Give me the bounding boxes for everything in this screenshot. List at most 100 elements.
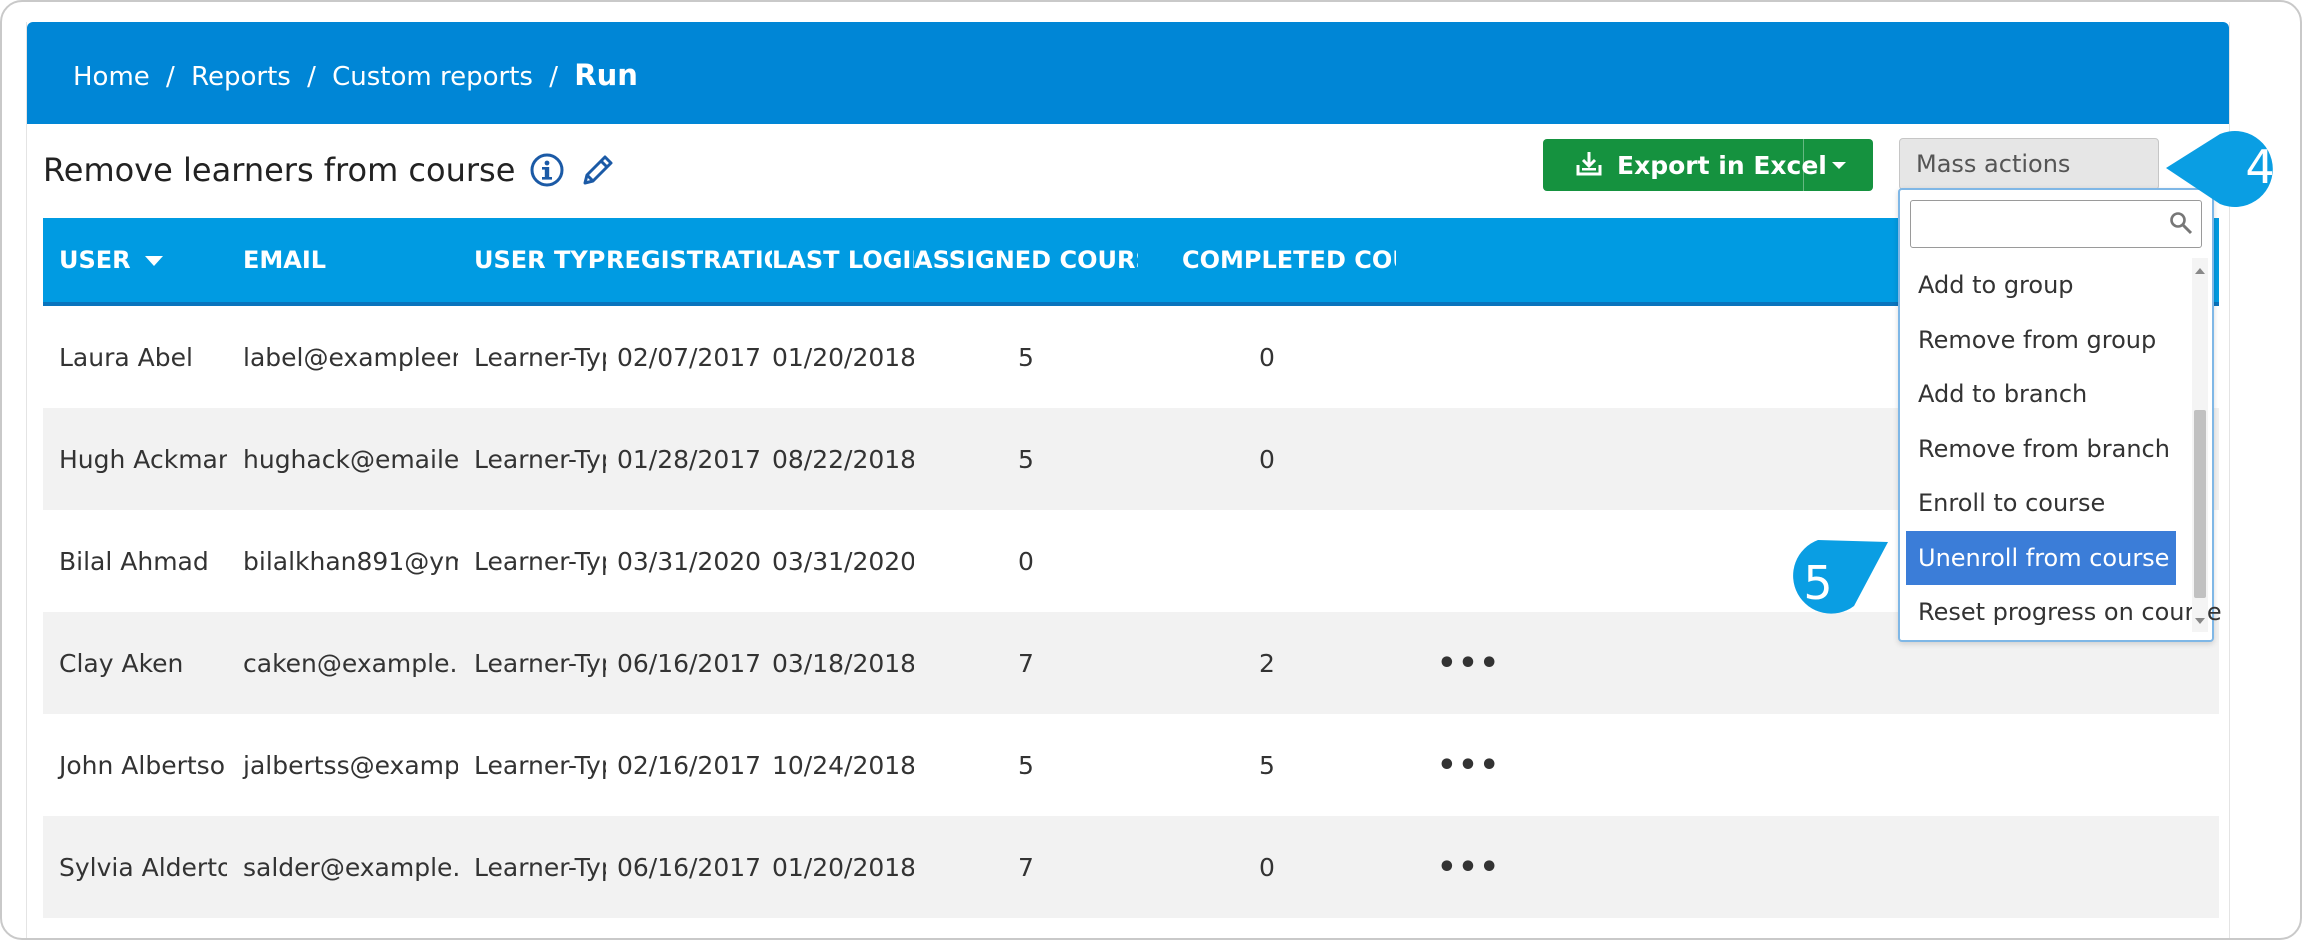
- column-header-assigned-courses[interactable]: ASSIGNED COURSES: [914, 218, 1138, 306]
- screenshot-frame: Home / Reports / Custom reports / Run Re…: [0, 0, 2302, 940]
- dropdown-option[interactable]: Enroll to course: [1906, 476, 2176, 531]
- cell-completed-courses: 0: [1259, 342, 1275, 372]
- info-circle-icon[interactable]: [529, 152, 565, 188]
- sort-desc-icon: [144, 256, 163, 266]
- breadcrumb-separator: /: [549, 62, 558, 92]
- export-options-toggle[interactable]: [1804, 139, 1873, 191]
- cell-registration: 06/16/2017: [606, 816, 772, 918]
- cell-user-type: Learner-Type: [474, 546, 606, 576]
- row-options-button[interactable]: [1396, 510, 1542, 612]
- cell-filler: [1542, 714, 2219, 816]
- cell-email: hughack@emailex.co...: [227, 408, 458, 510]
- cell-user-type: Learner-Type: [458, 612, 606, 714]
- cell-registration: 02/07/2017: [616, 342, 762, 372]
- step-5-number: 5: [1803, 556, 1833, 610]
- cell-email: caken@example.com: [227, 612, 458, 714]
- cell-completed-courses: 5: [1259, 750, 1275, 780]
- cell-registration: 02/16/2017: [616, 750, 762, 780]
- row-options-button[interactable]: [1396, 408, 1542, 510]
- cell-user: Sylvia Alderton: [43, 816, 227, 918]
- cell-last-login: 10/24/2018: [772, 750, 914, 780]
- cell-user-type: Learner-Type: [474, 750, 606, 780]
- row-options-button[interactable]: •••: [1396, 612, 1542, 714]
- cell-user-type: Learner-Type: [458, 408, 606, 510]
- column-header-last-login[interactable]: LAST LOGIN: [772, 218, 914, 306]
- mass-actions-select[interactable]: Mass actions: [1899, 138, 2159, 190]
- cell-registration: 03/31/2020: [616, 546, 762, 576]
- cell-user: John Albertson: [59, 750, 227, 780]
- dropdown-options: Add to group Remove from group Add to bran…: [1906, 258, 2222, 640]
- scrollbar-thumb[interactable]: [2194, 410, 2206, 598]
- header-bar: Home / Reports / Custom reports / Run: [27, 22, 2229, 124]
- cell-completed-courses: 2: [1138, 612, 1396, 714]
- title-row: Remove learners from course: [43, 140, 617, 200]
- dropdown-scrollbar[interactable]: [2192, 258, 2208, 632]
- row-options-button[interactable]: •••: [1396, 816, 1542, 918]
- export-excel-main[interactable]: Export in Excel: [1543, 139, 1827, 191]
- cell-user: Hugh Ackman: [43, 408, 227, 510]
- breadcrumb-custom-reports[interactable]: Custom reports: [332, 62, 533, 92]
- cell-last-login: 03/18/2018: [772, 612, 914, 714]
- table-row[interactable]: Laura Abel label@exampleemail... Learner-T…: [43, 304, 2219, 408]
- more-options-icon[interactable]: •••: [1437, 748, 1501, 783]
- dropdown-search[interactable]: [1910, 200, 2202, 248]
- dropdown-option[interactable]: Add to branch: [1906, 367, 2176, 422]
- column-header-user-type[interactable]: USER TYPE: [458, 218, 606, 306]
- step-4-number: 4: [2245, 140, 2275, 194]
- dropdown-search-input[interactable]: [1919, 210, 2153, 238]
- cell-assigned-courses: 7: [914, 612, 1138, 714]
- dropdown-option[interactable]: Reset progress on course: [1906, 585, 2222, 640]
- dropdown-option[interactable]: Add to group: [1906, 258, 2176, 313]
- cell-last-login: 01/20/2018: [772, 342, 914, 372]
- users-table: USER EMAIL USER TYPE REGISTRATION LAST L…: [43, 218, 2219, 918]
- column-header-registration[interactable]: REGISTRATION: [606, 218, 772, 306]
- column-header-user[interactable]: USER: [43, 218, 227, 306]
- cell-assigned-courses: 5: [1018, 342, 1034, 372]
- cell-completed-courses: [1138, 510, 1396, 612]
- step-5-callout: 5: [1780, 534, 1890, 626]
- dropdown-option[interactable]: Remove from branch: [1906, 422, 2176, 477]
- mass-actions-label: Mass actions: [1916, 150, 2071, 178]
- cell-completed-courses: 0: [1138, 816, 1396, 918]
- cell-assigned-courses: 5: [914, 408, 1138, 510]
- cell-email: salder@example.com: [227, 816, 458, 918]
- row-options-button[interactable]: [1396, 304, 1542, 408]
- table-row[interactable]: Hugh Ackmanhughack@emailex.co...Learner-…: [43, 408, 2219, 510]
- table-row[interactable]: Sylvia Aldertonsalder@example.comLearner…: [43, 816, 2219, 918]
- caret-down-icon: [1831, 156, 1847, 175]
- cell-email: label@exampleemail...: [243, 342, 458, 372]
- scroll-down-icon[interactable]: [2195, 618, 2205, 624]
- cell-last-login: 08/22/2018: [772, 408, 914, 510]
- table-row[interactable]: Bilal Ahmad bilalkhan891@ymail... Learner-…: [43, 510, 2219, 612]
- table-header-row: USER EMAIL USER TYPE REGISTRATION LAST L…: [43, 218, 2219, 306]
- scroll-up-icon[interactable]: [2195, 268, 2205, 274]
- cell-user-type: Learner-Type: [458, 816, 606, 918]
- export-excel-button[interactable]: Export in Excel: [1543, 139, 1873, 191]
- export-excel-label: Export in Excel: [1617, 150, 1827, 180]
- breadcrumb-reports[interactable]: Reports: [191, 62, 291, 92]
- cell-registration: 01/28/2017: [606, 408, 772, 510]
- more-options-icon[interactable]: •••: [1437, 850, 1501, 885]
- pencil-icon[interactable]: [579, 151, 617, 189]
- cell-email: bilalkhan891@ymail...: [243, 546, 458, 576]
- cell-email: jalbertss@example....: [243, 750, 458, 780]
- more-options-icon[interactable]: •••: [1437, 646, 1501, 681]
- column-header-completed-courses[interactable]: COMPLETED COU: [1138, 218, 1396, 306]
- cell-assigned-courses: 5: [1018, 750, 1034, 780]
- dropdown-option[interactable]: Unenroll from course: [1906, 530, 2176, 585]
- column-header-email[interactable]: EMAIL: [227, 218, 458, 306]
- cell-user-type: Learner-Type: [474, 342, 606, 372]
- cell-user: Bilal Ahmad: [59, 546, 209, 576]
- cell-last-login: 03/31/2020: [772, 546, 914, 576]
- cell-assigned-courses: 0: [1018, 546, 1034, 576]
- cell-last-login: 01/20/2018: [772, 816, 914, 918]
- cell-filler: [1542, 816, 2219, 918]
- cell-completed-courses: 0: [1138, 408, 1396, 510]
- dropdown-option[interactable]: Remove from group: [1906, 313, 2176, 368]
- column-header-options: [1396, 218, 1542, 306]
- step-4-callout: 4: [2166, 124, 2282, 216]
- table-row[interactable]: Clay Akencaken@example.comLearner-Type06…: [43, 612, 2219, 714]
- row-options-button[interactable]: •••: [1396, 714, 1542, 816]
- table-row[interactable]: John Albertson jalbertss@example.... Learn…: [43, 714, 2219, 816]
- breadcrumb-home[interactable]: Home: [73, 62, 150, 92]
